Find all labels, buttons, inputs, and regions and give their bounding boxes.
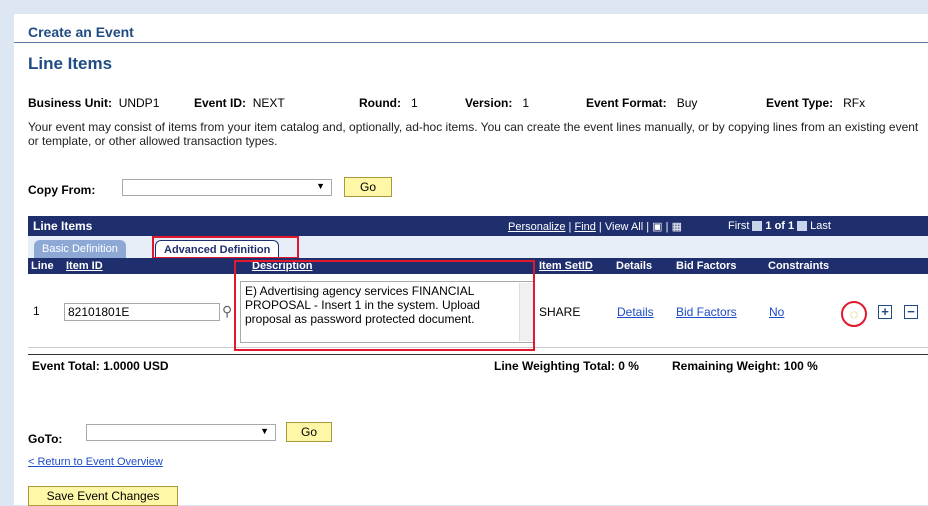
remaining-weight: Remaining Weight: 100 %: [672, 359, 818, 373]
col-item-id[interactable]: Item ID: [66, 258, 103, 274]
find-link[interactable]: Find: [574, 221, 595, 233]
event-format: Event Format: Buy: [586, 96, 698, 110]
highlight-description-box: [234, 260, 535, 351]
goto-select[interactable]: ▼: [86, 424, 276, 441]
next-arrow-icon[interactable]: [797, 221, 808, 232]
line-weighting-total: Line Weighting Total: 0 %: [494, 359, 639, 373]
version: Version: 1: [465, 96, 530, 110]
event-id: Event ID: NEXT: [194, 96, 285, 110]
business-unit: Business Unit: UNDP1: [28, 96, 160, 110]
bid-factors-link[interactable]: Bid Factors: [676, 305, 737, 319]
highlight-tab-box: [152, 236, 299, 259]
tab-basic-definition[interactable]: Basic Definition: [34, 240, 126, 258]
add-row-button[interactable]: +: [878, 305, 892, 319]
round: Round: 1: [359, 96, 418, 110]
event-total: Event Total: 1.0000 USD: [32, 359, 169, 373]
title-divider: [14, 42, 928, 43]
item-setid-value: SHARE: [539, 305, 581, 319]
col-line: Line: [31, 260, 54, 272]
details-link[interactable]: Details: [617, 305, 654, 319]
search-icon[interactable]: ⚲: [222, 303, 232, 320]
col-item-setid[interactable]: Item SetID: [539, 258, 593, 274]
chevron-down-icon: ▼: [260, 426, 269, 436]
intro-text: Your event may consist of items from you…: [28, 120, 919, 148]
prev-arrow-icon[interactable]: [752, 221, 763, 232]
event-type: Event Type: RFx: [766, 96, 866, 110]
line-number: 1: [33, 304, 40, 318]
grid-nav: First 1 of 1 Last: [728, 220, 831, 232]
col-details: Details: [616, 260, 653, 272]
goto-label: GoTo:: [28, 432, 63, 446]
copy-from-select[interactable]: ▼: [122, 179, 332, 196]
totals-divider: [28, 354, 928, 355]
item-id-input[interactable]: 82101801E: [64, 303, 220, 321]
goto-go-button[interactable]: Go: [286, 422, 332, 442]
save-event-changes-button[interactable]: Save Event Changes: [28, 486, 178, 506]
personalize-link[interactable]: Personalize: [508, 221, 565, 233]
comment-icon[interactable]: ◌: [841, 301, 867, 327]
page: Create an Event Line Items Business Unit…: [14, 14, 928, 506]
delete-row-button[interactable]: −: [904, 305, 918, 319]
chevron-down-icon: ▼: [316, 181, 325, 191]
first-link[interactable]: First: [728, 220, 749, 232]
download-icon[interactable]: ▦: [672, 221, 682, 233]
page-title: Create an Event: [28, 24, 134, 40]
section-title: Line Items: [28, 54, 113, 73]
last-link[interactable]: Last: [810, 220, 831, 232]
return-to-overview-link[interactable]: < Return to Event Overview: [28, 456, 163, 468]
row-count: 1 of 1: [765, 220, 795, 232]
grid-title: Line Items: [33, 219, 93, 233]
view-all-link[interactable]: View All: [605, 221, 643, 233]
col-constraints: Constraints: [768, 260, 830, 272]
constraints-link[interactable]: No: [769, 305, 784, 319]
copy-from-go-button[interactable]: Go: [344, 177, 392, 197]
grid-header: Line Items Personalize | Find | View All…: [28, 216, 928, 236]
col-bid-factors: Bid Factors: [676, 260, 737, 272]
grid-links: Personalize | Find | View All | ▣ | ▦: [508, 221, 682, 233]
copy-from-label: Copy From:: [28, 183, 96, 197]
zoom-icon[interactable]: ▣: [652, 221, 662, 233]
